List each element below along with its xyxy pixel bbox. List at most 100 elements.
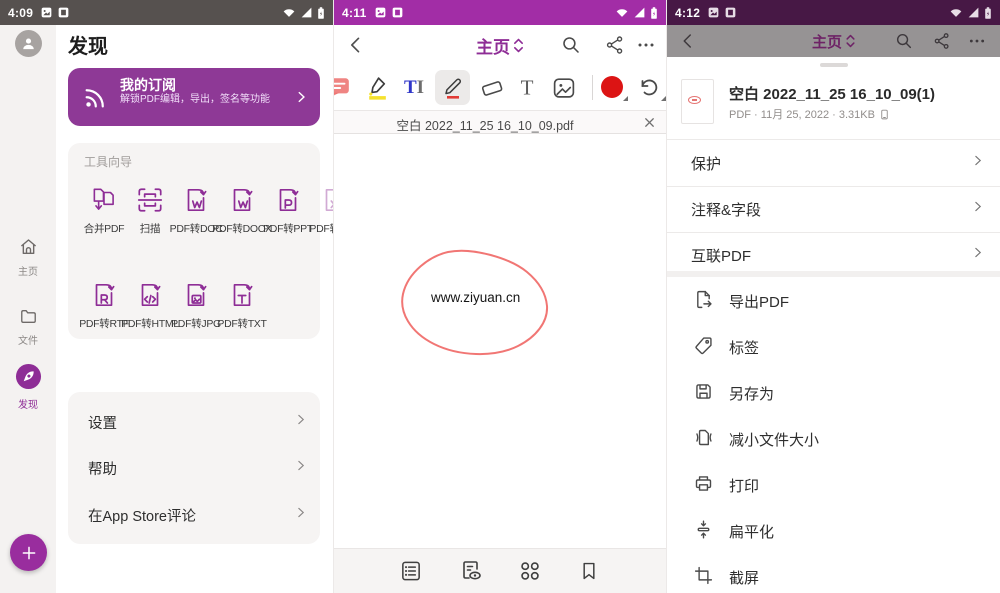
action-reduce-file-size[interactable]: 减小文件大小	[667, 415, 1000, 461]
section-label: 注释&字段	[691, 199, 761, 220]
highlighter-tool-icon[interactable]	[364, 74, 391, 101]
tool-pdf-to-txt[interactable]: PDF转TXT	[219, 280, 265, 331]
flatten-icon	[693, 519, 714, 540]
notification-icons	[375, 7, 403, 18]
sidebar-item-files[interactable]: 文件	[0, 307, 56, 347]
status-time: 4:11	[342, 6, 367, 20]
pdf-to-jpg-icon	[181, 280, 211, 310]
page-selector[interactable]: 主页	[812, 31, 855, 52]
menu-item-settings[interactable]: 设置	[68, 398, 320, 445]
settings-card: 设置 帮助 在App Store评论	[68, 392, 320, 544]
tools-card: 工具向导 合并PDF 扫描 PDF转DOC PDF转DOCX	[68, 143, 320, 339]
status-right-icons	[949, 6, 992, 20]
action-tags[interactable]: 标签	[667, 323, 1000, 369]
scan-icon	[135, 185, 165, 215]
updown-chevrons-icon	[845, 33, 855, 49]
subscription-banner[interactable]: 我的订阅 解锁PDF编辑，导出，签名等功能	[68, 68, 320, 126]
text-tool-icon[interactable]: T	[521, 75, 534, 100]
battery-icon	[650, 6, 658, 20]
share-icon[interactable]	[605, 35, 625, 55]
action-export-pdf[interactable]: 导出PDF	[667, 277, 1000, 323]
pdf-to-html-icon	[135, 280, 165, 310]
text-insert-tool-icon[interactable]: TI	[404, 77, 424, 99]
drag-handle[interactable]	[820, 63, 848, 67]
plus-icon	[20, 544, 38, 562]
share-icon[interactable]	[933, 32, 951, 50]
action-label: 扁平化	[729, 521, 774, 542]
pencil-tool-selected[interactable]	[435, 70, 470, 105]
close-tab-icon[interactable]	[642, 115, 657, 130]
menu-item-help[interactable]: 帮助	[68, 444, 320, 491]
tool-pdf-to-xls[interactable]: PDF转XLS	[311, 185, 333, 236]
section-protect[interactable]: 保护	[667, 140, 1000, 186]
chevron-right-icon	[294, 458, 307, 473]
page-title: 发现	[68, 30, 108, 59]
app-notification-icon	[392, 7, 403, 18]
section-annotations-fields[interactable]: 注释&字段	[667, 186, 1000, 232]
search-icon[interactable]	[561, 35, 582, 56]
left-sidebar: 主页 文件 发现	[0, 25, 56, 593]
add-button[interactable]	[10, 534, 47, 571]
chevron-right-icon	[971, 153, 984, 168]
pdf-to-ppt-icon	[273, 185, 303, 215]
bookmark-icon[interactable]	[579, 560, 600, 582]
document-options-sheet: 空白 2022_11_25 16_10_09(1) PDF · 11月 25, …	[667, 57, 1000, 593]
action-label: 打印	[729, 475, 759, 496]
screen-document-menu: 4:12 主页 空白 2022_11_25 16_	[666, 0, 1000, 593]
pdf-to-doc-icon	[181, 185, 211, 215]
folder-icon	[18, 307, 39, 326]
tool-pdf-to-html[interactable]: PDF转HTML	[127, 280, 173, 331]
more-icon[interactable]	[969, 33, 986, 50]
tool-pdf-to-jpg[interactable]: PDF转JPG	[173, 280, 219, 331]
tools-section-title: 工具向导	[84, 153, 132, 170]
menu-label: 帮助	[88, 458, 117, 479]
document-tab-bar[interactable]: 空白 2022_11_25 16_10_09.pdf	[334, 110, 666, 134]
tool-merge-pdf[interactable]: 合并PDF	[81, 185, 127, 236]
action-label: 另存为	[729, 383, 774, 404]
action-flatten[interactable]: 扁平化	[667, 507, 1000, 553]
tool-pdf-to-docx[interactable]: PDF转DOCX	[219, 185, 265, 236]
undo-icon[interactable]	[637, 76, 661, 100]
wifi-icon	[949, 6, 963, 19]
comment-tool-icon[interactable]	[333, 75, 351, 101]
section-label: 互联PDF	[691, 245, 751, 266]
reduce-size-icon	[693, 427, 714, 448]
tool-pdf-to-rtf[interactable]: PDF转RTF	[81, 280, 127, 331]
page-preview-icon[interactable]	[459, 559, 483, 583]
eraser-tool-icon[interactable]	[479, 75, 505, 101]
notification-icons	[41, 7, 69, 18]
color-swatch-red[interactable]	[601, 76, 623, 98]
color-swatch-options-marker	[623, 96, 628, 101]
document-meta: PDF · 11月 25, 2022 · 3.31KB	[729, 106, 890, 122]
tool-label: PDF转TXT	[217, 316, 266, 331]
tool-scan[interactable]: 扫描	[127, 185, 173, 236]
search-icon[interactable]	[895, 32, 914, 51]
menu-item-review[interactable]: 在App Store评论	[68, 491, 320, 538]
back-icon[interactable]	[679, 31, 697, 51]
more-icon[interactable]	[637, 36, 655, 54]
chevron-right-icon	[294, 505, 307, 520]
person-icon	[20, 35, 37, 52]
sidebar-item-home[interactable]: 主页	[0, 237, 56, 278]
back-icon[interactable]	[346, 34, 366, 56]
annotation-toolbar: TI T	[334, 65, 666, 110]
home-icon	[18, 237, 39, 257]
action-screenshot[interactable]: 截屏	[667, 553, 1000, 593]
nav-bar: 主页	[334, 25, 666, 65]
section-label: 保护	[691, 153, 721, 174]
action-save-as[interactable]: 另存为	[667, 369, 1000, 415]
grid-view-icon[interactable]	[519, 560, 542, 583]
sidebar-item-discover[interactable]: 发现	[0, 363, 56, 411]
nav-bar-dimmed: 主页	[667, 25, 1000, 57]
avatar[interactable]	[15, 30, 42, 57]
tool-pdf-to-ppt[interactable]: PDF转PPT	[265, 185, 311, 236]
image-tool-icon[interactable]	[552, 75, 577, 100]
sidebar-item-label: 主页	[0, 263, 56, 278]
action-label: 截屏	[729, 567, 759, 588]
page-selector[interactable]: 主页	[476, 33, 524, 58]
pdf-canvas[interactable]: www.ziyuan.cn	[334, 135, 666, 548]
status-time: 4:12	[675, 6, 700, 20]
app-root: 4:09 主页 文件	[0, 0, 1000, 593]
action-print[interactable]: 打印	[667, 461, 1000, 507]
outline-list-icon[interactable]	[400, 560, 423, 583]
